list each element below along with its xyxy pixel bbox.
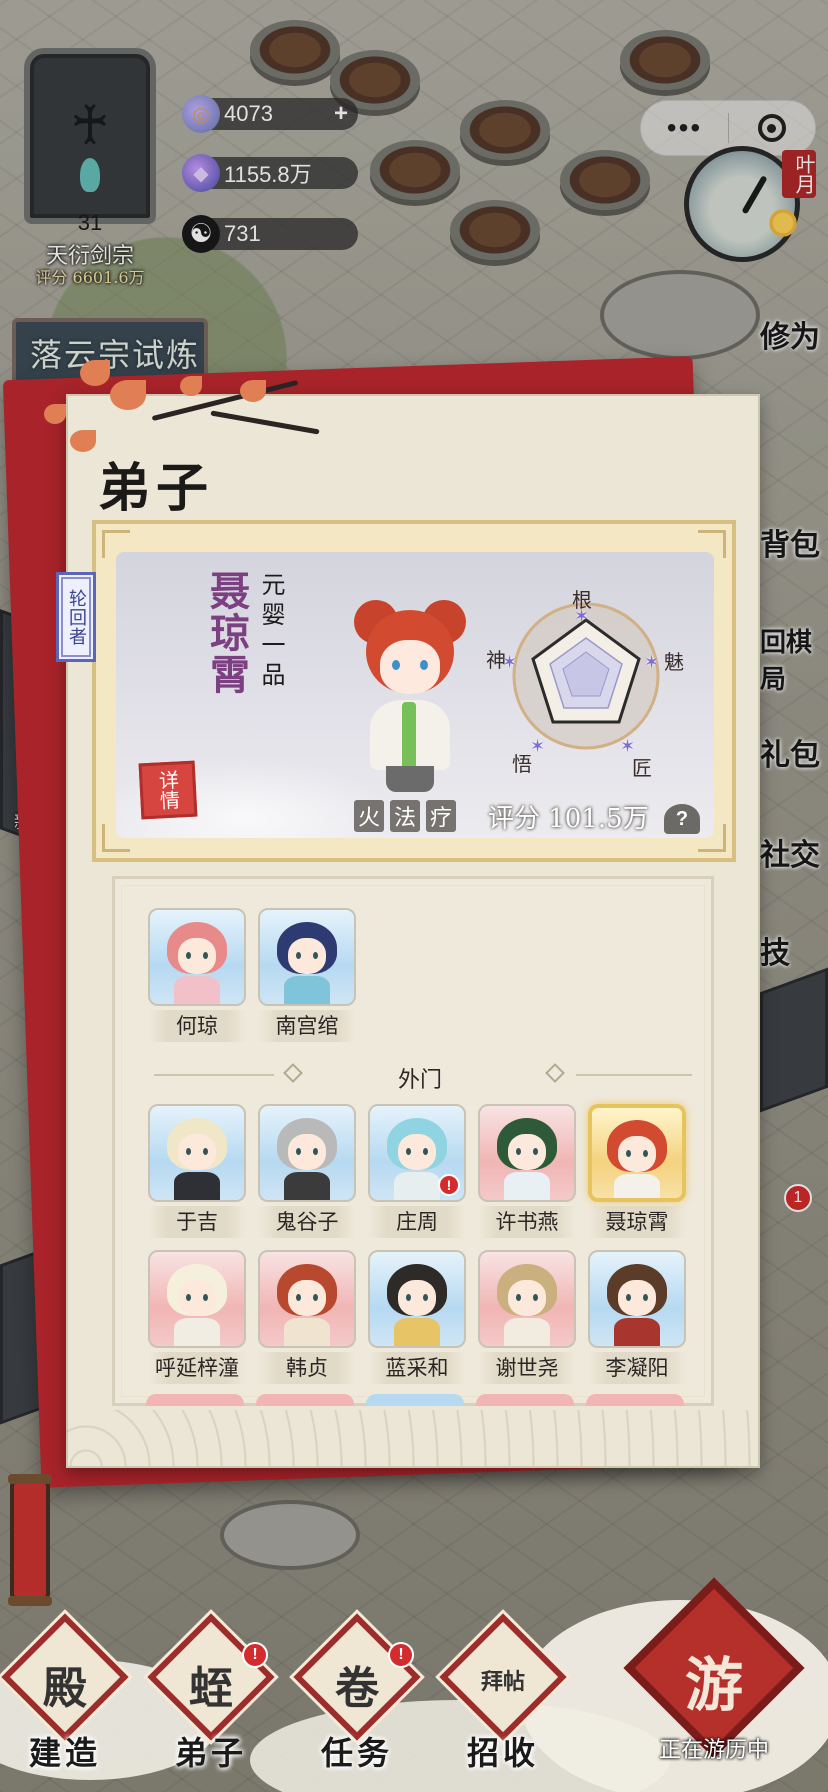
element-tag-fire: 火 (354, 800, 384, 832)
nav-disciples-label: 弟子 (174, 1734, 247, 1772)
invitation-card-icon: 拜帖 (480, 1669, 525, 1695)
disciple-avatar: ! (368, 1104, 466, 1202)
disciple-name: 韩贞 (258, 1352, 356, 1384)
hero-score: 评分 101.5万 (488, 804, 649, 834)
nav-tasks-label: 任务 (320, 1734, 393, 1772)
blossom-decoration (44, 404, 66, 424)
disciple-name: 南宫绾 (258, 1010, 356, 1042)
blossom-decoration (110, 380, 146, 410)
travel-icon: 游 (684, 1651, 743, 1719)
disciple-tile[interactable]: 何琼 (148, 908, 246, 1042)
disciple-name: 呼延梓潼 (148, 1352, 246, 1384)
disciple-name: 谢世尧 (478, 1352, 576, 1384)
disciple-name: 庄周 (368, 1206, 466, 1238)
detail-button[interactable]: 详情 (138, 760, 198, 820)
disciple-tile[interactable]: 聂琼霄 (588, 1104, 686, 1238)
disciple-sprite (492, 1114, 562, 1200)
alert-badge: ! (438, 1174, 460, 1196)
disciple-avatar (148, 1104, 246, 1202)
disciple-tile[interactable]: 蓝采和 (368, 1250, 466, 1384)
disciple-tile[interactable]: ! 庄周 (368, 1104, 466, 1238)
radar-label-charm: 魅 (664, 650, 684, 674)
star-icon: ✶ (620, 736, 636, 757)
header-line (576, 1074, 692, 1076)
star-icon: ✶ (502, 652, 518, 673)
disciple-avatar (258, 1250, 356, 1348)
disciple-tile[interactable]: 谢世尧 (478, 1250, 576, 1384)
disciple-name: 何琼 (148, 1010, 246, 1042)
wave-pattern (66, 1410, 760, 1466)
disciple-sprite (272, 918, 342, 1004)
nav-tasks-button[interactable]: 卷 ! 任务 (292, 1613, 422, 1784)
reincarnator-seal: 轮回者 (56, 572, 96, 662)
disciple-sprite (602, 1116, 672, 1198)
disciple-tile[interactable]: 南宫绾 (258, 908, 356, 1042)
disciple-tile[interactable]: 鬼谷子 (258, 1104, 356, 1238)
outer-disciples-header: 外门 (150, 1060, 692, 1093)
disciple-avatar (148, 908, 246, 1006)
outer-disciples-title: 外门 (397, 1068, 442, 1093)
element-tags: 火 法 疗 (354, 800, 456, 832)
disciple-tile[interactable]: 于吉 (148, 1104, 246, 1238)
blossom-decoration (240, 380, 266, 402)
blossom-decoration (180, 376, 202, 396)
nav-build-label: 建造 (28, 1734, 101, 1772)
hero-rank: 元婴一品 (257, 572, 285, 692)
disciple-tile[interactable]: 韩贞 (258, 1250, 356, 1384)
disciple-avatar (258, 908, 356, 1006)
nav-build-button[interactable]: 殿 建造 (0, 1613, 130, 1784)
disciple-avatar (368, 1250, 466, 1348)
disciple-avatar (148, 1250, 246, 1348)
disciple-sprite (272, 1260, 342, 1346)
disciple-avatar (478, 1104, 576, 1202)
travel-status-label: 正在游历中 (658, 1738, 769, 1763)
roster-row-cropped (146, 1394, 690, 1406)
disciple-sprite (492, 1260, 562, 1346)
disciple-tile[interactable]: 许书燕 (478, 1104, 576, 1238)
disciple-avatar (258, 1104, 356, 1202)
travel-button[interactable]: 游 正在游历中 (616, 1574, 812, 1770)
element-tag-heal: 疗 (426, 800, 456, 832)
star-icon: ✶ (530, 736, 546, 757)
disciple-name: 李凝阳 (588, 1352, 686, 1384)
nav-recruit-label: 招收 (466, 1734, 539, 1772)
radar-label-insight: 悟 (512, 752, 532, 776)
tasks-alert-badge: ! (388, 1642, 414, 1668)
disciple-sprite (162, 918, 232, 1004)
panel-title: 弟子 (98, 458, 215, 519)
radar-label-craft: 匠 (632, 756, 652, 780)
disciple-tile[interactable]: 呼延梓潼 (148, 1250, 246, 1384)
disciple-name: 蓝采和 (368, 1352, 466, 1384)
blossom-decoration (70, 430, 96, 452)
blossom-decoration (80, 360, 110, 386)
disciple-sprite (162, 1260, 232, 1346)
disciple-sprite (272, 1114, 342, 1200)
disciple-sprite (162, 1114, 232, 1200)
disciple-name: 鬼谷子 (258, 1206, 356, 1238)
element-tag-magic: 法 (390, 800, 420, 832)
disciple-sprite (382, 1260, 452, 1346)
pavilion-icon: 殿 (43, 1663, 87, 1714)
disciple-avatar (588, 1104, 686, 1202)
disciple-tile[interactable]: 李凝阳 (588, 1250, 686, 1384)
disciple-name: 许书燕 (478, 1206, 576, 1238)
nav-disciples-button[interactable]: 蛭 ! 弟子 (146, 1613, 276, 1784)
star-icon: ✶ (644, 652, 660, 673)
disciple-avatar (588, 1250, 686, 1348)
hero-character-sprite (350, 590, 470, 800)
disciple-name: 聂琼霄 (588, 1206, 686, 1238)
disciple-avatar (478, 1250, 576, 1348)
disciples-alert-badge: ! (242, 1642, 268, 1668)
hero-name: 聂琼霄 (203, 570, 250, 696)
scroll-icon[interactable] (8, 1474, 52, 1606)
disciple-sprite (602, 1260, 672, 1346)
disciple-name: 于吉 (148, 1206, 246, 1238)
help-icon[interactable]: ? (664, 804, 700, 834)
star-icon: ✶ (574, 606, 590, 627)
nav-recruit-button[interactable]: 拜帖 招收 (438, 1613, 568, 1784)
